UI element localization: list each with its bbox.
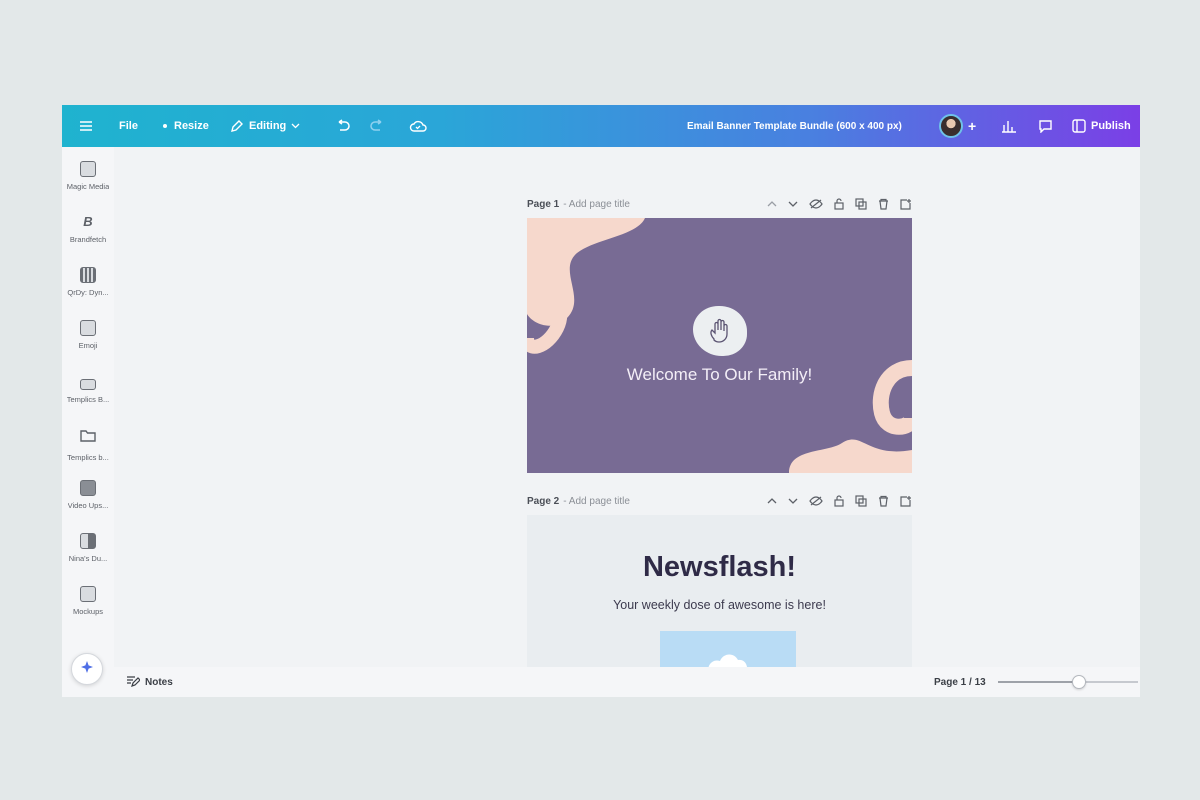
- page-indicator[interactable]: Page 1 / 13: [934, 667, 986, 697]
- mockups-icon: [80, 586, 96, 602]
- sky-image: [660, 631, 796, 667]
- duotone-icon: [80, 533, 96, 549]
- add-page-title-field[interactable]: - Add page title: [563, 496, 630, 507]
- undo-button[interactable]: [335, 105, 351, 147]
- sidebar-item-label: Video Ups...: [67, 501, 109, 510]
- comments-button[interactable]: [1038, 105, 1053, 147]
- publish-button[interactable]: Publish: [1072, 105, 1131, 147]
- chevron-up-icon[interactable]: [767, 201, 777, 207]
- editing-label: Editing: [249, 120, 287, 132]
- notes-icon: [126, 675, 141, 690]
- waving-hand-logo: [693, 306, 747, 356]
- duplicate-icon[interactable]: [855, 198, 867, 210]
- sidebar-item-templics-b1[interactable]: Templics B...: [62, 374, 114, 404]
- sidebar-item-video-upscale[interactable]: Video Ups...: [62, 480, 114, 510]
- chevron-up-icon[interactable]: [767, 498, 777, 504]
- resize-button[interactable]: Resize: [161, 105, 209, 147]
- sidebar-item-label: Nina's Du...: [68, 554, 108, 563]
- sidebar-item-label: Brandfetch: [69, 235, 107, 244]
- qr-code-icon: [80, 267, 96, 283]
- main-menu-button[interactable]: [80, 105, 92, 147]
- page-tools: [767, 492, 912, 510]
- hide-page-icon[interactable]: [809, 199, 823, 209]
- cloud-save-button[interactable]: [409, 105, 427, 147]
- zoom-slider-fill: [998, 681, 1080, 683]
- folder-icon: [80, 427, 96, 448]
- sparkle-icon: [80, 660, 94, 679]
- avatar: [939, 114, 963, 138]
- file-label: File: [119, 120, 138, 132]
- trash-icon[interactable]: [878, 198, 889, 210]
- resize-icon: [161, 122, 169, 130]
- page-2-header: Page 2 - Add page title: [527, 492, 912, 510]
- comment-icon: [1038, 119, 1053, 133]
- insights-button[interactable]: [1002, 105, 1016, 147]
- bar-chart-icon: [1002, 119, 1016, 133]
- chevron-down-icon: [291, 123, 300, 129]
- add-page-icon[interactable]: [900, 495, 912, 507]
- share-avatar-group[interactable]: +: [939, 105, 976, 147]
- emoji-icon: [80, 320, 96, 336]
- resize-label: Resize: [174, 120, 209, 132]
- apps-sidebar: Magic Media B Brandfetch QrDy: Dyn... Em…: [62, 147, 114, 697]
- sidebar-item-templics-b2[interactable]: Templics b...: [62, 427, 114, 462]
- trash-icon[interactable]: [878, 495, 889, 507]
- add-page-title-field[interactable]: - Add page title: [563, 199, 630, 210]
- publish-icon: [1072, 119, 1086, 133]
- sidebar-item-label: Templics b...: [67, 453, 109, 462]
- top-toolbar: File Resize Editing Email Banner Templat…: [62, 105, 1140, 147]
- sidebar-item-brandfetch[interactable]: B Brandfetch: [62, 214, 114, 244]
- sidebar-item-label: Emoji: [78, 341, 98, 350]
- editor-window: File Resize Editing Email Banner Templat…: [62, 105, 1140, 697]
- zoom-slider[interactable]: [998, 675, 1138, 689]
- newsflash-subtitle: Your weekly dose of awesome is here!: [613, 598, 826, 612]
- sidebar-item-label: Templics B...: [66, 395, 110, 404]
- lock-icon[interactable]: [834, 198, 844, 210]
- notes-label: Notes: [145, 676, 173, 688]
- cloud-check-icon: [409, 119, 427, 133]
- template-icon: [80, 379, 96, 390]
- magic-media-icon: [80, 161, 96, 177]
- zoom-slider-knob[interactable]: [1072, 675, 1087, 689]
- sidebar-item-qrdy[interactable]: QrDy: Dyn...: [62, 267, 114, 297]
- publish-label: Publish: [1091, 120, 1131, 132]
- add-page-icon[interactable]: [900, 198, 912, 210]
- design-title[interactable]: Email Banner Template Bundle (600 x 400 …: [687, 105, 902, 147]
- notes-button[interactable]: Notes: [126, 667, 173, 697]
- redo-icon: [369, 119, 385, 133]
- editing-mode-dropdown[interactable]: Editing: [230, 105, 300, 147]
- sidebar-item-label: Magic Media: [66, 182, 110, 191]
- sidebar-item-ninas-duotone[interactable]: Nina's Du...: [62, 533, 114, 563]
- page-1-header: Page 1 - Add page title: [527, 195, 912, 213]
- magic-assistant-button[interactable]: [71, 653, 103, 685]
- brandfetch-icon: B: [83, 214, 93, 229]
- bottom-bar: Notes Page 1 / 13: [114, 667, 1140, 697]
- chevron-down-icon[interactable]: [788, 201, 798, 207]
- design-title-text: Email Banner Template Bundle (600 x 400 …: [687, 120, 902, 132]
- sidebar-item-mockups[interactable]: Mockups: [62, 586, 114, 616]
- hamburger-icon: [80, 121, 92, 131]
- newsflash-headline: Newsflash!: [642, 551, 797, 583]
- undo-icon: [335, 119, 351, 133]
- video-upscale-icon: [80, 480, 96, 496]
- sidebar-item-label: Mockups: [72, 607, 103, 616]
- redo-button[interactable]: [369, 105, 385, 147]
- lock-icon[interactable]: [834, 495, 844, 507]
- page-1-canvas[interactable]: Welcome To Our Family!: [527, 218, 912, 473]
- page-indicator-text: Page 1 / 13: [934, 676, 986, 688]
- page-tools: [767, 195, 912, 213]
- page-number-label: Page 2: [527, 495, 560, 507]
- file-menu-button[interactable]: File: [119, 105, 138, 147]
- welcome-headline: Welcome To Our Family!: [626, 365, 813, 384]
- sidebar-item-label: QrDy: Dyn...: [67, 288, 109, 297]
- chevron-down-icon[interactable]: [788, 498, 798, 504]
- pencil-icon: [230, 119, 244, 133]
- page-number-label: Page 1: [527, 198, 560, 210]
- sidebar-item-magic-media[interactable]: Magic Media: [62, 161, 114, 191]
- duplicate-icon[interactable]: [855, 495, 867, 507]
- page-2-canvas[interactable]: Newsflash! Your weekly dose of awesome i…: [527, 515, 912, 667]
- sidebar-item-emoji[interactable]: Emoji: [62, 320, 114, 350]
- hide-page-icon[interactable]: [809, 496, 823, 506]
- add-collaborator-icon: +: [968, 118, 977, 134]
